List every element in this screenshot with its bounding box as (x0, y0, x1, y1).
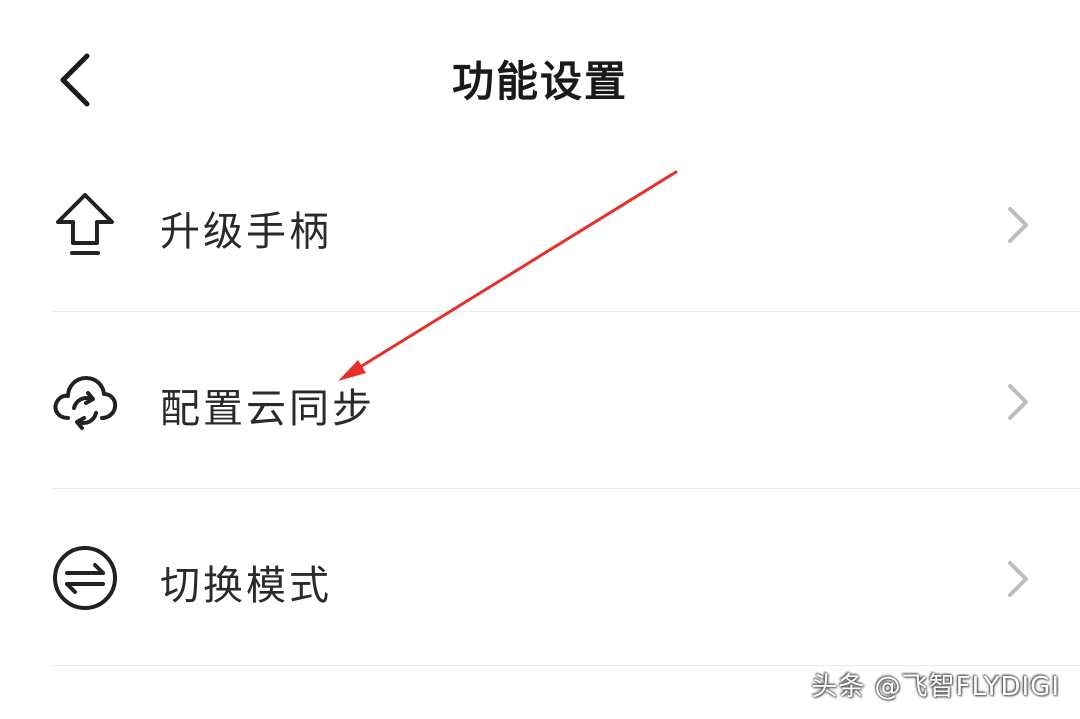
chevron-right-icon (1008, 561, 1028, 597)
menu-item-cloud-sync[interactable]: 配置云同步 (0, 312, 1080, 489)
page-title: 功能设置 (451, 57, 628, 106)
menu-item-label: 配置云同步 (160, 386, 375, 432)
cloud-sync-icon (50, 366, 120, 436)
menu-item-label: 切换模式 (160, 563, 332, 609)
chevron-right-icon (1008, 207, 1028, 243)
menu-item-upgrade-controller[interactable]: 升级手柄 (0, 135, 1080, 312)
menu-item-label: 升级手柄 (160, 209, 332, 255)
watermark: 头条 @飞智FLYDIGI (811, 672, 1060, 702)
upgrade-arrow-icon (50, 189, 120, 259)
chevron-right-icon (1008, 384, 1028, 420)
settings-menu: 升级手柄 配置云同步 切换模式 (0, 135, 1080, 666)
function-settings-screen: 功能设置 升级手柄 配置云同步 切换模式 头条 @飞智FLYDIGI (0, 0, 1080, 719)
switch-arrows-icon (50, 543, 120, 613)
menu-item-switch-mode[interactable]: 切换模式 (0, 489, 1080, 666)
